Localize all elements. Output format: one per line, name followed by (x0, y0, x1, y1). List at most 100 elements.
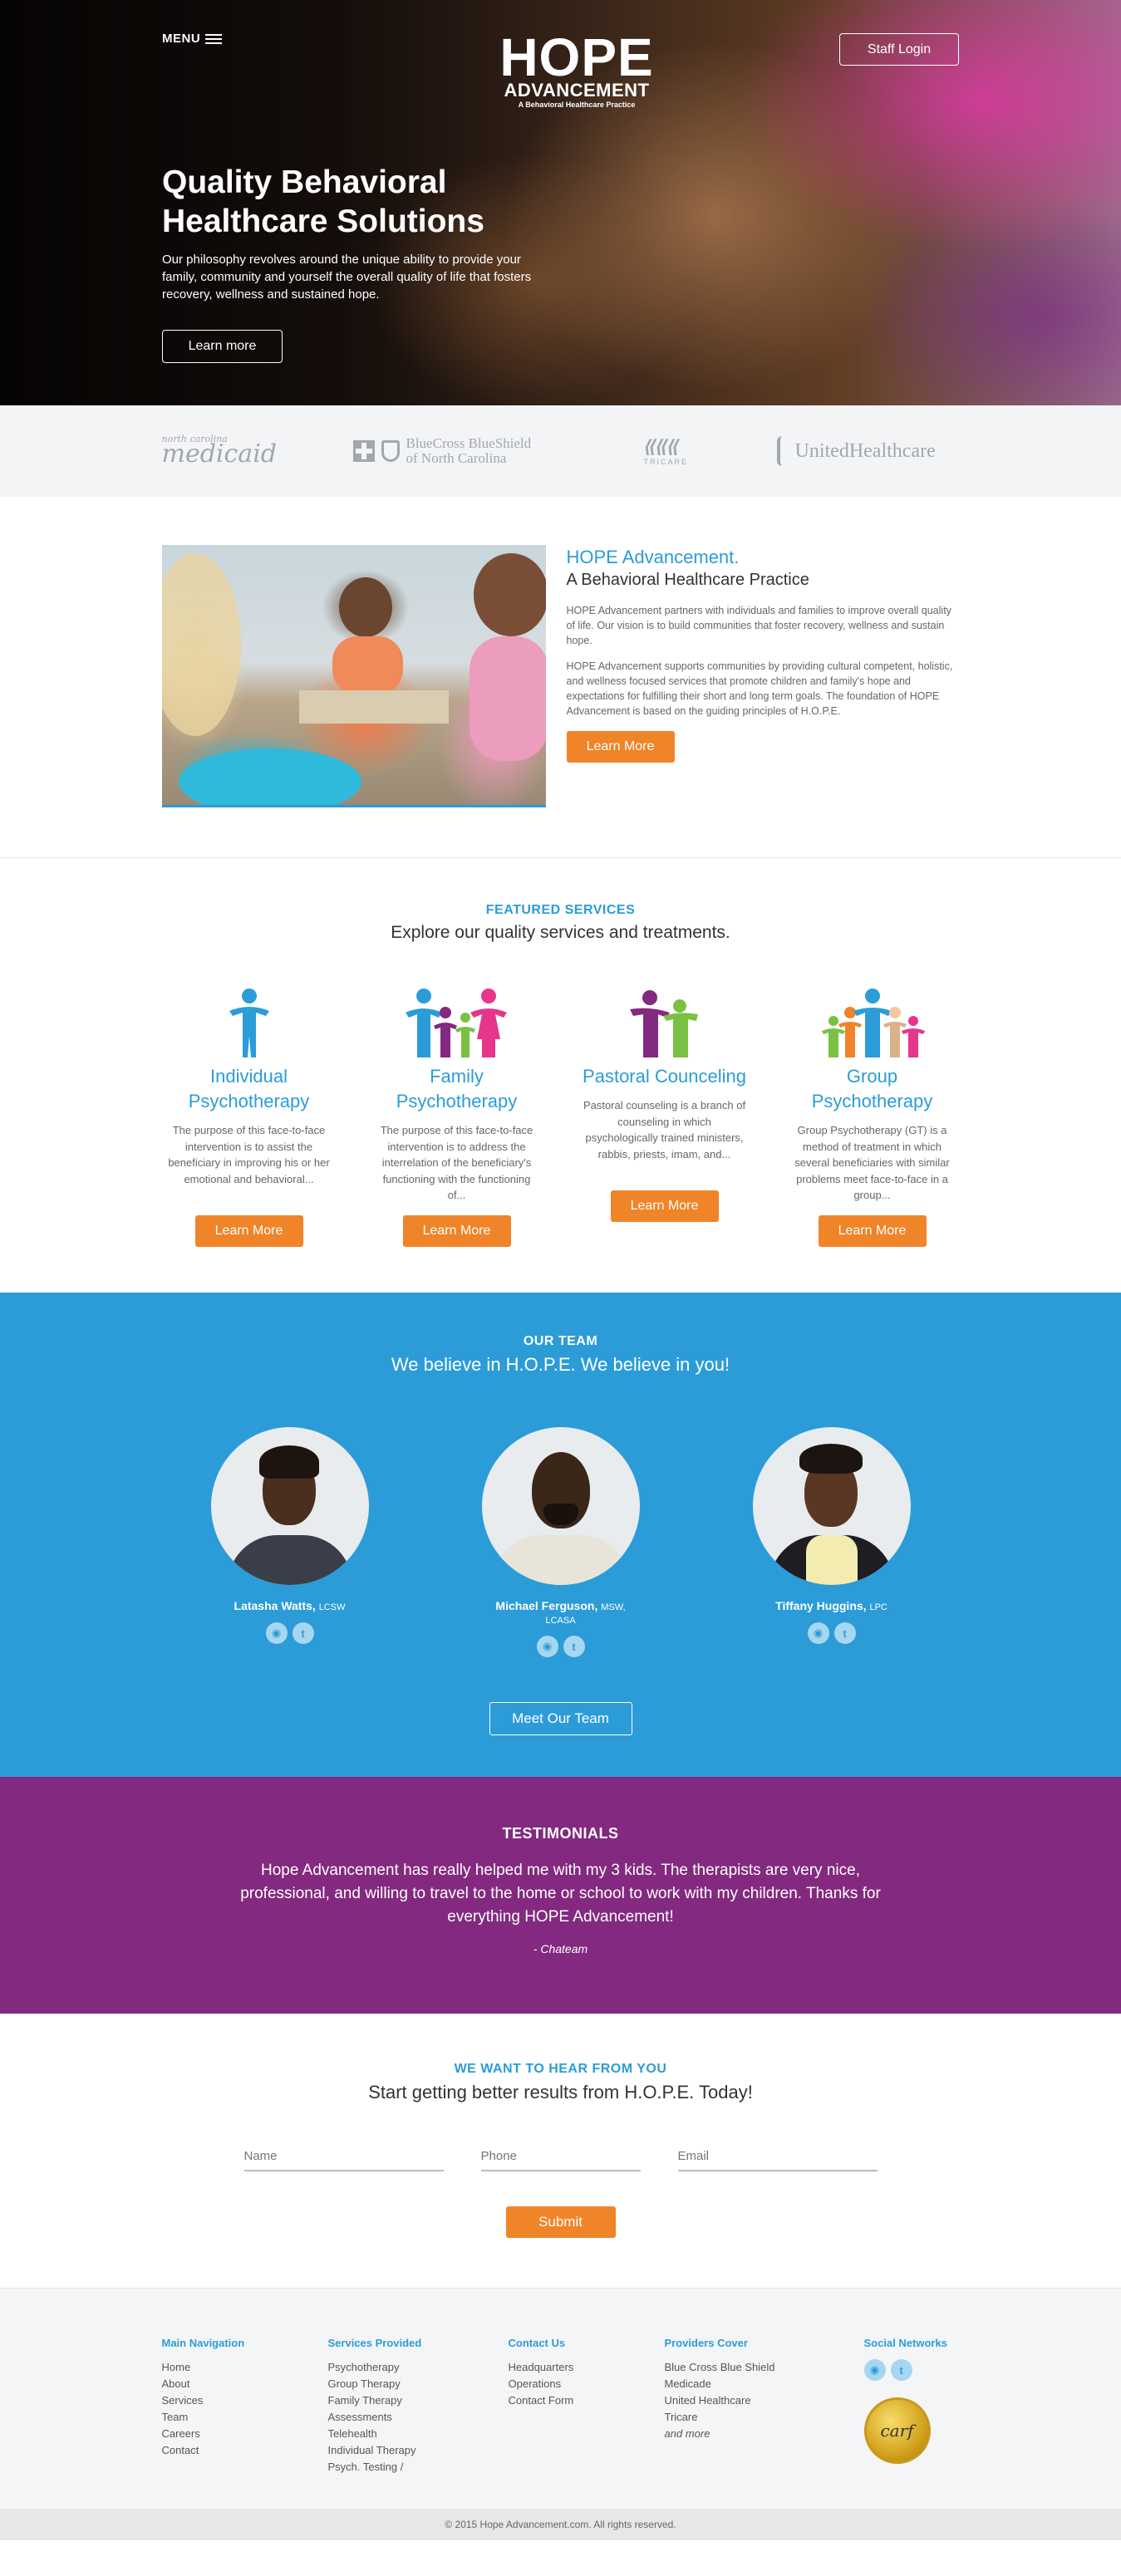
tricare-eagle-icon: ⟪⟪⟪ (643, 436, 681, 457)
menu-label: MENU (162, 32, 201, 46)
service-description: Group Psychotherapy (GT) is a method of … (794, 1124, 950, 1201)
team-subtitle: We believe in H.O.P.E. We believe in you… (391, 1354, 730, 1375)
footer-link-and-more[interactable]: and more (665, 2426, 864, 2442)
footer-link-individual-therapy[interactable]: Individual Therapy (328, 2442, 509, 2459)
footer-heading: Contact Us (508, 2337, 566, 2349)
service-name: Group Psychotherapy (811, 1066, 933, 1111)
about-learn-more-button[interactable]: Learn More (566, 731, 675, 763)
service-card-pastoral: Pastoral Counceling Pastoral counseling … (578, 986, 752, 1247)
footer-link-psych-testing[interactable]: Psych. Testing / (328, 2459, 509, 2475)
instagram-icon[interactable]: ◉ (536, 1636, 558, 1657)
footer-link-contact-form[interactable]: Contact Form (509, 2392, 665, 2409)
uhc-name: UnitedHealthcare (794, 439, 936, 462)
member-name: Tiffany Huggins, LPC (775, 1599, 887, 1612)
name-input[interactable] (243, 2149, 444, 2171)
team-member: Michael Ferguson, MSW, LCASA ◉ t (481, 1427, 640, 1657)
twitter-icon[interactable]: t (292, 1622, 314, 1644)
footer-link-operations[interactable]: Operations (509, 2376, 665, 2392)
bcbs-line1: BlueCross BlueShield (406, 435, 532, 451)
service-learn-more-button[interactable]: Learn More (818, 1215, 927, 1247)
hero-title: Quality Behavioral Healthcare Solutions (162, 164, 484, 239)
footer-link-services[interactable]: Services (162, 2392, 328, 2409)
footer-services: Services Provided Psychotherapy Group Th… (328, 2337, 509, 2475)
footer-heading: Services Provided (327, 2337, 422, 2349)
about-subtitle: A Behavioral Healthcare Practice (566, 571, 809, 589)
footer-link-united-healthcare[interactable]: United Healthcare (665, 2392, 864, 2409)
service-card-individual: Individual Psychotherapy The purpose of … (162, 986, 337, 1247)
meet-our-team-button[interactable]: Meet Our Team (489, 1702, 632, 1735)
footer-link-psychotherapy[interactable]: Psychotherapy (328, 2359, 509, 2376)
hero-learn-more-button[interactable]: Learn more (162, 330, 283, 363)
copyright-bar: © 2015 Hope Advancement.com. All rights … (0, 2509, 1121, 2540)
avatar[interactable] (210, 1427, 369, 1585)
bcbs-cross-icon (352, 440, 375, 462)
twitter-icon[interactable]: t (890, 2359, 912, 2381)
avatar[interactable] (752, 1427, 911, 1585)
instagram-icon[interactable]: ◉ (807, 1622, 829, 1644)
insurance-partners: north carolina medicaid BlueCross BlueSh… (0, 405, 1121, 497)
about-photo (161, 545, 546, 807)
footer-link-careers[interactable]: Careers (162, 2426, 328, 2442)
services-subtitle: Explore our quality services and treatme… (391, 923, 730, 942)
family-people-icon (399, 986, 515, 1059)
service-name: Individual Psychotherapy (188, 1066, 310, 1111)
logo[interactable]: HOPE ADVANCEMENT A Behavioral Healthcare… (494, 27, 660, 110)
instagram-icon[interactable]: ◉ (863, 2359, 886, 2381)
medicaid-logo: north carolina medicaid (162, 434, 353, 469)
footer-link-family-therapy[interactable]: Family Therapy (328, 2392, 509, 2409)
footer-link-telehealth[interactable]: Telehealth (328, 2426, 509, 2442)
footer-link-team[interactable]: Team (162, 2409, 328, 2426)
tricare-logo: ⟪⟪⟪ TRICARE (644, 436, 777, 466)
bcbs-logo: BlueCross BlueShield of North Carolina (352, 435, 644, 466)
carf-text: carf (880, 2421, 914, 2441)
footer-link-bcbs[interactable]: Blue Cross Blue Shield (665, 2359, 864, 2376)
footer-link-about[interactable]: About (162, 2376, 328, 2392)
contact-section: WE WANT TO HEAR FROM YOU Start getting b… (0, 2014, 1121, 2288)
twitter-icon[interactable]: t (833, 1622, 856, 1644)
service-description: The purpose of this face-to-face interve… (380, 1124, 533, 1201)
hamburger-icon (205, 33, 223, 44)
team-label: OUR TEAM (523, 1334, 598, 1348)
logo-advancement: ADVANCEMENT (504, 80, 650, 101)
footer-link-group-therapy[interactable]: Group Therapy (328, 2376, 509, 2392)
footer-link-contact[interactable]: Contact (162, 2442, 328, 2459)
service-card-group: Group Psychotherapy Group Psychotherapy … (785, 986, 960, 1247)
bcbs-shield-icon (381, 440, 400, 462)
uhc-logo: UnitedHealthcare (776, 436, 936, 466)
member-credentials: LPC (869, 1602, 887, 1612)
about-title: HOPE Advancement. (566, 547, 740, 567)
carf-accreditation-seal: carf (863, 2397, 931, 2464)
footer-contact: Contact Us Headquarters Operations Conta… (509, 2337, 665, 2475)
service-learn-more-button[interactable]: Learn More (402, 1215, 511, 1247)
service-name: Pastoral Counceling (583, 1066, 746, 1087)
email-input[interactable] (677, 2149, 878, 2171)
uhc-u-icon (776, 436, 789, 466)
testimonials-section: TESTIMONIALS Hope Advancement has really… (0, 1777, 1121, 2014)
hero-banner: MENU HOPE ADVANCEMENT A Behavioral Healt… (0, 0, 1121, 405)
about-paragraph-1: HOPE Advancement partners with individua… (566, 605, 951, 646)
footer-link-medicade[interactable]: Medicade (665, 2376, 864, 2392)
footer-link-headquarters[interactable]: Headquarters (509, 2359, 665, 2376)
twitter-icon[interactable]: t (563, 1636, 585, 1657)
about-paragraph-2: HOPE Advancement supports communities by… (566, 660, 953, 717)
logo-hope: HOPE (499, 27, 654, 87)
instagram-icon[interactable]: ◉ (265, 1622, 288, 1644)
medicaid-name: medicaid (161, 439, 278, 469)
testimonial-quote: Hope Advancement has really helped me wi… (240, 1862, 881, 1926)
testimonials-label: TESTIMONIALS (502, 1825, 619, 1842)
phone-input[interactable] (480, 2149, 641, 2171)
submit-button[interactable]: Submit (505, 2206, 616, 2238)
bcbs-line2: of North Carolina (406, 450, 507, 466)
member-name: Latasha Watts, LCSW (234, 1599, 346, 1612)
service-learn-more-button[interactable]: Learn More (610, 1190, 719, 1222)
group-people-icon (819, 986, 927, 1059)
menu-button[interactable]: MENU (162, 32, 223, 46)
contact-label: WE WANT TO HEAR FROM YOU (454, 2062, 667, 2076)
footer-link-assessments[interactable]: Assessments (328, 2409, 509, 2426)
avatar[interactable] (481, 1427, 640, 1585)
service-learn-more-button[interactable]: Learn More (194, 1215, 303, 1247)
logo-tagline: A Behavioral Healthcare Practice (518, 101, 636, 109)
footer-link-home[interactable]: Home (162, 2359, 328, 2376)
staff-login-button[interactable]: Staff Login (839, 33, 959, 66)
footer-link-tricare[interactable]: Tricare (665, 2409, 864, 2426)
